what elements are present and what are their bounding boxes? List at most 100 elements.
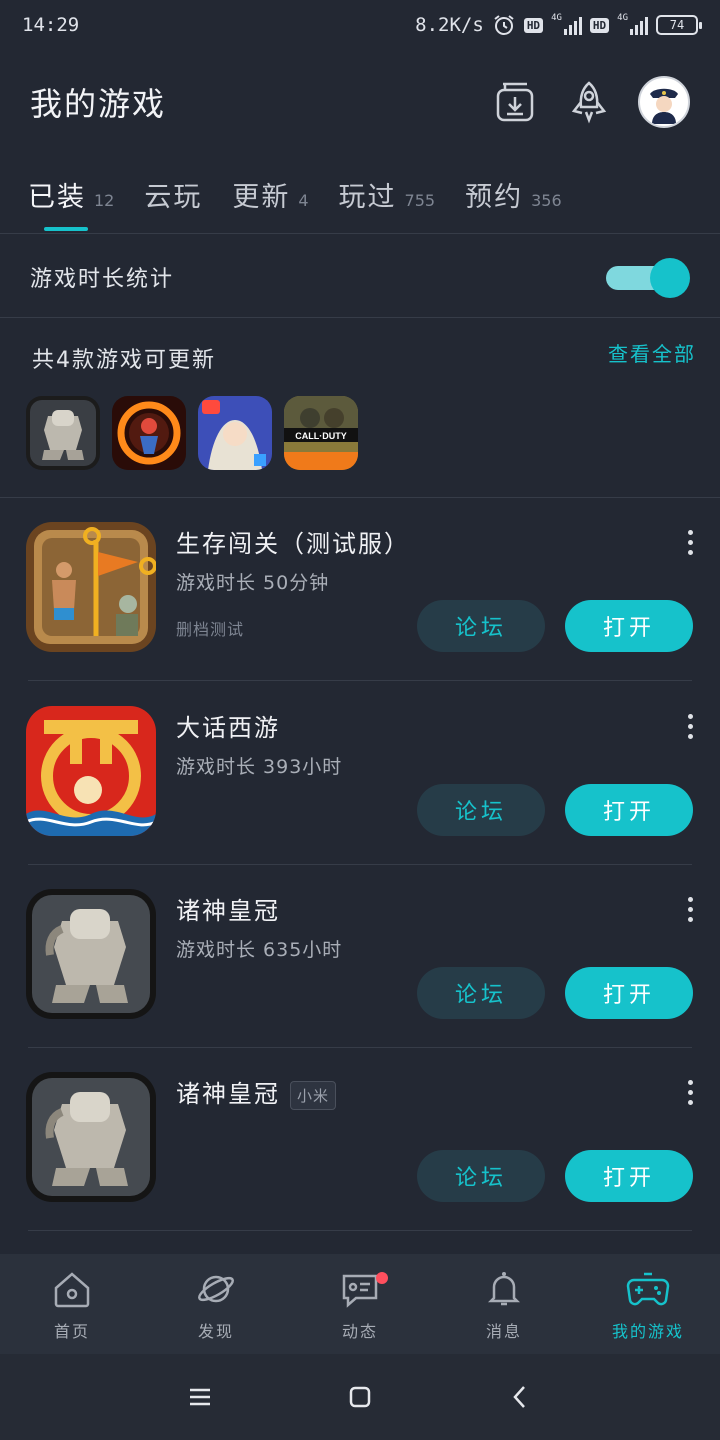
nav-feed[interactable]: 动态 — [288, 1254, 432, 1354]
open-button[interactable]: 打开 — [565, 967, 693, 1019]
game-row: 诸神皇冠 游戏时长 635小时 论坛 打开 — [0, 865, 720, 1048]
tab-label: 更新 — [232, 182, 291, 213]
bottom-nav: 首页 发现 动态 消息 我的游戏 — [0, 1254, 720, 1354]
armor-game-icon[interactable] — [26, 1072, 156, 1202]
page-title: 我的游戏 — [30, 85, 167, 123]
nav-label: 发现 — [197, 1322, 234, 1341]
nav-messages[interactable]: 消息 — [432, 1254, 576, 1354]
open-button[interactable]: 打开 — [565, 784, 693, 836]
gamepad-icon — [626, 1272, 670, 1306]
divider — [28, 1230, 692, 1231]
tab-reserved[interactable]: 预约 356 — [465, 165, 562, 223]
game-name: 生存闯关（测试服） — [176, 530, 410, 558]
game-playtime: 游戏时长 50分钟 — [176, 572, 330, 594]
forum-button[interactable]: 论坛 — [417, 1150, 545, 1202]
network-type: 4G — [551, 13, 562, 23]
tab-count: 356 — [531, 191, 562, 210]
fire-ring-game-icon[interactable] — [112, 396, 186, 470]
toggle-knob — [650, 258, 690, 298]
hd-badge: HD — [523, 17, 544, 33]
planet-icon — [198, 1275, 234, 1303]
armor-game-icon[interactable] — [26, 396, 100, 470]
tab-updates[interactable]: 更新 4 — [232, 165, 308, 223]
armor-game-icon[interactable] — [26, 889, 156, 1019]
game-playtime: 游戏时长 635小时 — [176, 939, 343, 961]
signal-icon-2 — [630, 15, 648, 35]
divider — [0, 317, 720, 318]
cod-logo-text: CALL·DUTY — [295, 431, 347, 441]
game-row: 生存闯关（测试服） 游戏时长 50分钟 删档测试 论坛 打开 — [0, 498, 720, 681]
tab-count: 12 — [94, 191, 115, 210]
status-right: 8.2K/s HD 4G HD 4G 74 — [415, 13, 702, 37]
forum-button[interactable]: 论坛 — [417, 967, 545, 1019]
tab-cloud-play[interactable]: 云玩 — [144, 165, 202, 223]
signal-icon — [563, 15, 582, 35]
header-actions — [490, 76, 690, 128]
open-button[interactable]: 打开 — [565, 1150, 693, 1202]
channel-tag: 小米 — [290, 1080, 337, 1110]
tab-label: 云玩 — [144, 182, 203, 213]
tab-bar: 已装 12 云玩 更新 4 玩过 755 预约 356 — [0, 165, 720, 233]
tab-installed[interactable]: 已装 12 — [28, 165, 115, 231]
nav-my-games[interactable]: 我的游戏 — [576, 1254, 720, 1354]
hd-badge-2: HD — [589, 17, 610, 33]
home-square-icon[interactable] — [330, 1367, 390, 1427]
tab-played[interactable]: 玩过 755 — [339, 165, 436, 223]
more-options-icon[interactable] — [686, 714, 694, 739]
menu-icon[interactable] — [170, 1367, 230, 1427]
nav-home[interactable]: 首页 — [0, 1254, 144, 1354]
game-row: 大话西游 游戏时长 393小时 论坛 打开 — [0, 682, 720, 865]
call-of-duty-game-icon[interactable]: CALL·DUTY — [284, 396, 358, 470]
more-options-icon[interactable] — [686, 897, 694, 922]
game-playtime: 游戏时长 393小时 — [176, 756, 343, 778]
home-icon — [54, 1272, 90, 1308]
network-speed: 8.2K/s — [415, 14, 484, 36]
battery-icon: 74 — [656, 15, 702, 35]
tab-count: 4 — [298, 191, 309, 210]
view-all-link[interactable]: 查看全部 — [608, 338, 696, 367]
nav-label: 我的游戏 — [611, 1322, 684, 1341]
bell-icon — [487, 1272, 521, 1306]
tab-label: 玩过 — [338, 182, 397, 213]
alarm-icon — [494, 15, 514, 35]
forum-button[interactable]: 论坛 — [417, 784, 545, 836]
nav-label: 首页 — [53, 1322, 90, 1341]
game-name: 大话西游 — [176, 714, 280, 742]
tab-label: 预约 — [465, 182, 524, 213]
game-name: 诸神皇冠 — [176, 897, 280, 925]
more-options-icon[interactable] — [686, 1080, 694, 1105]
network-type-2: 4G — [617, 13, 628, 23]
notification-badge — [376, 1272, 388, 1284]
download-manager-icon[interactable] — [490, 77, 540, 127]
active-tab-indicator — [44, 227, 88, 231]
survival-game-icon[interactable] — [26, 522, 156, 652]
nav-label: 消息 — [485, 1322, 522, 1341]
status-time: 14:29 — [22, 14, 80, 36]
playtime-stats-toggle[interactable] — [606, 258, 690, 298]
playtime-stats-label: 游戏时长统计 — [30, 267, 175, 292]
updates-title: 共4款游戏可更新 — [32, 348, 216, 373]
nav-label: 动态 — [341, 1322, 378, 1341]
game-row: 诸神皇冠 小米 论坛 打开 — [0, 1048, 720, 1231]
back-icon[interactable] — [490, 1367, 550, 1427]
nav-discover[interactable]: 发现 — [144, 1254, 288, 1354]
rocket-icon[interactable] — [564, 77, 614, 127]
status-bar: 14:29 8.2K/s HD 4G HD 4G 74 — [0, 0, 720, 50]
game-note: 删档测试 — [176, 620, 245, 639]
divider — [28, 680, 692, 681]
westward-journey-game-icon[interactable] — [26, 706, 156, 836]
game-name: 诸神皇冠 — [176, 1080, 280, 1108]
divider — [0, 233, 720, 234]
anime-girl-game-icon[interactable] — [198, 396, 272, 470]
message-icon — [342, 1274, 378, 1308]
game-name-row: 诸神皇冠 小米 — [176, 1074, 337, 1110]
playtime-stats-row: 游戏时长统计 — [0, 236, 720, 318]
avatar[interactable] — [638, 76, 690, 128]
more-options-icon[interactable] — [686, 530, 694, 555]
update-icons: CALL·DUTY — [26, 396, 358, 470]
header: 我的游戏 — [0, 62, 720, 142]
tab-label: 已装 — [28, 182, 86, 213]
system-nav-bar — [0, 1354, 720, 1440]
open-button[interactable]: 打开 — [565, 600, 693, 652]
forum-button[interactable]: 论坛 — [417, 600, 545, 652]
